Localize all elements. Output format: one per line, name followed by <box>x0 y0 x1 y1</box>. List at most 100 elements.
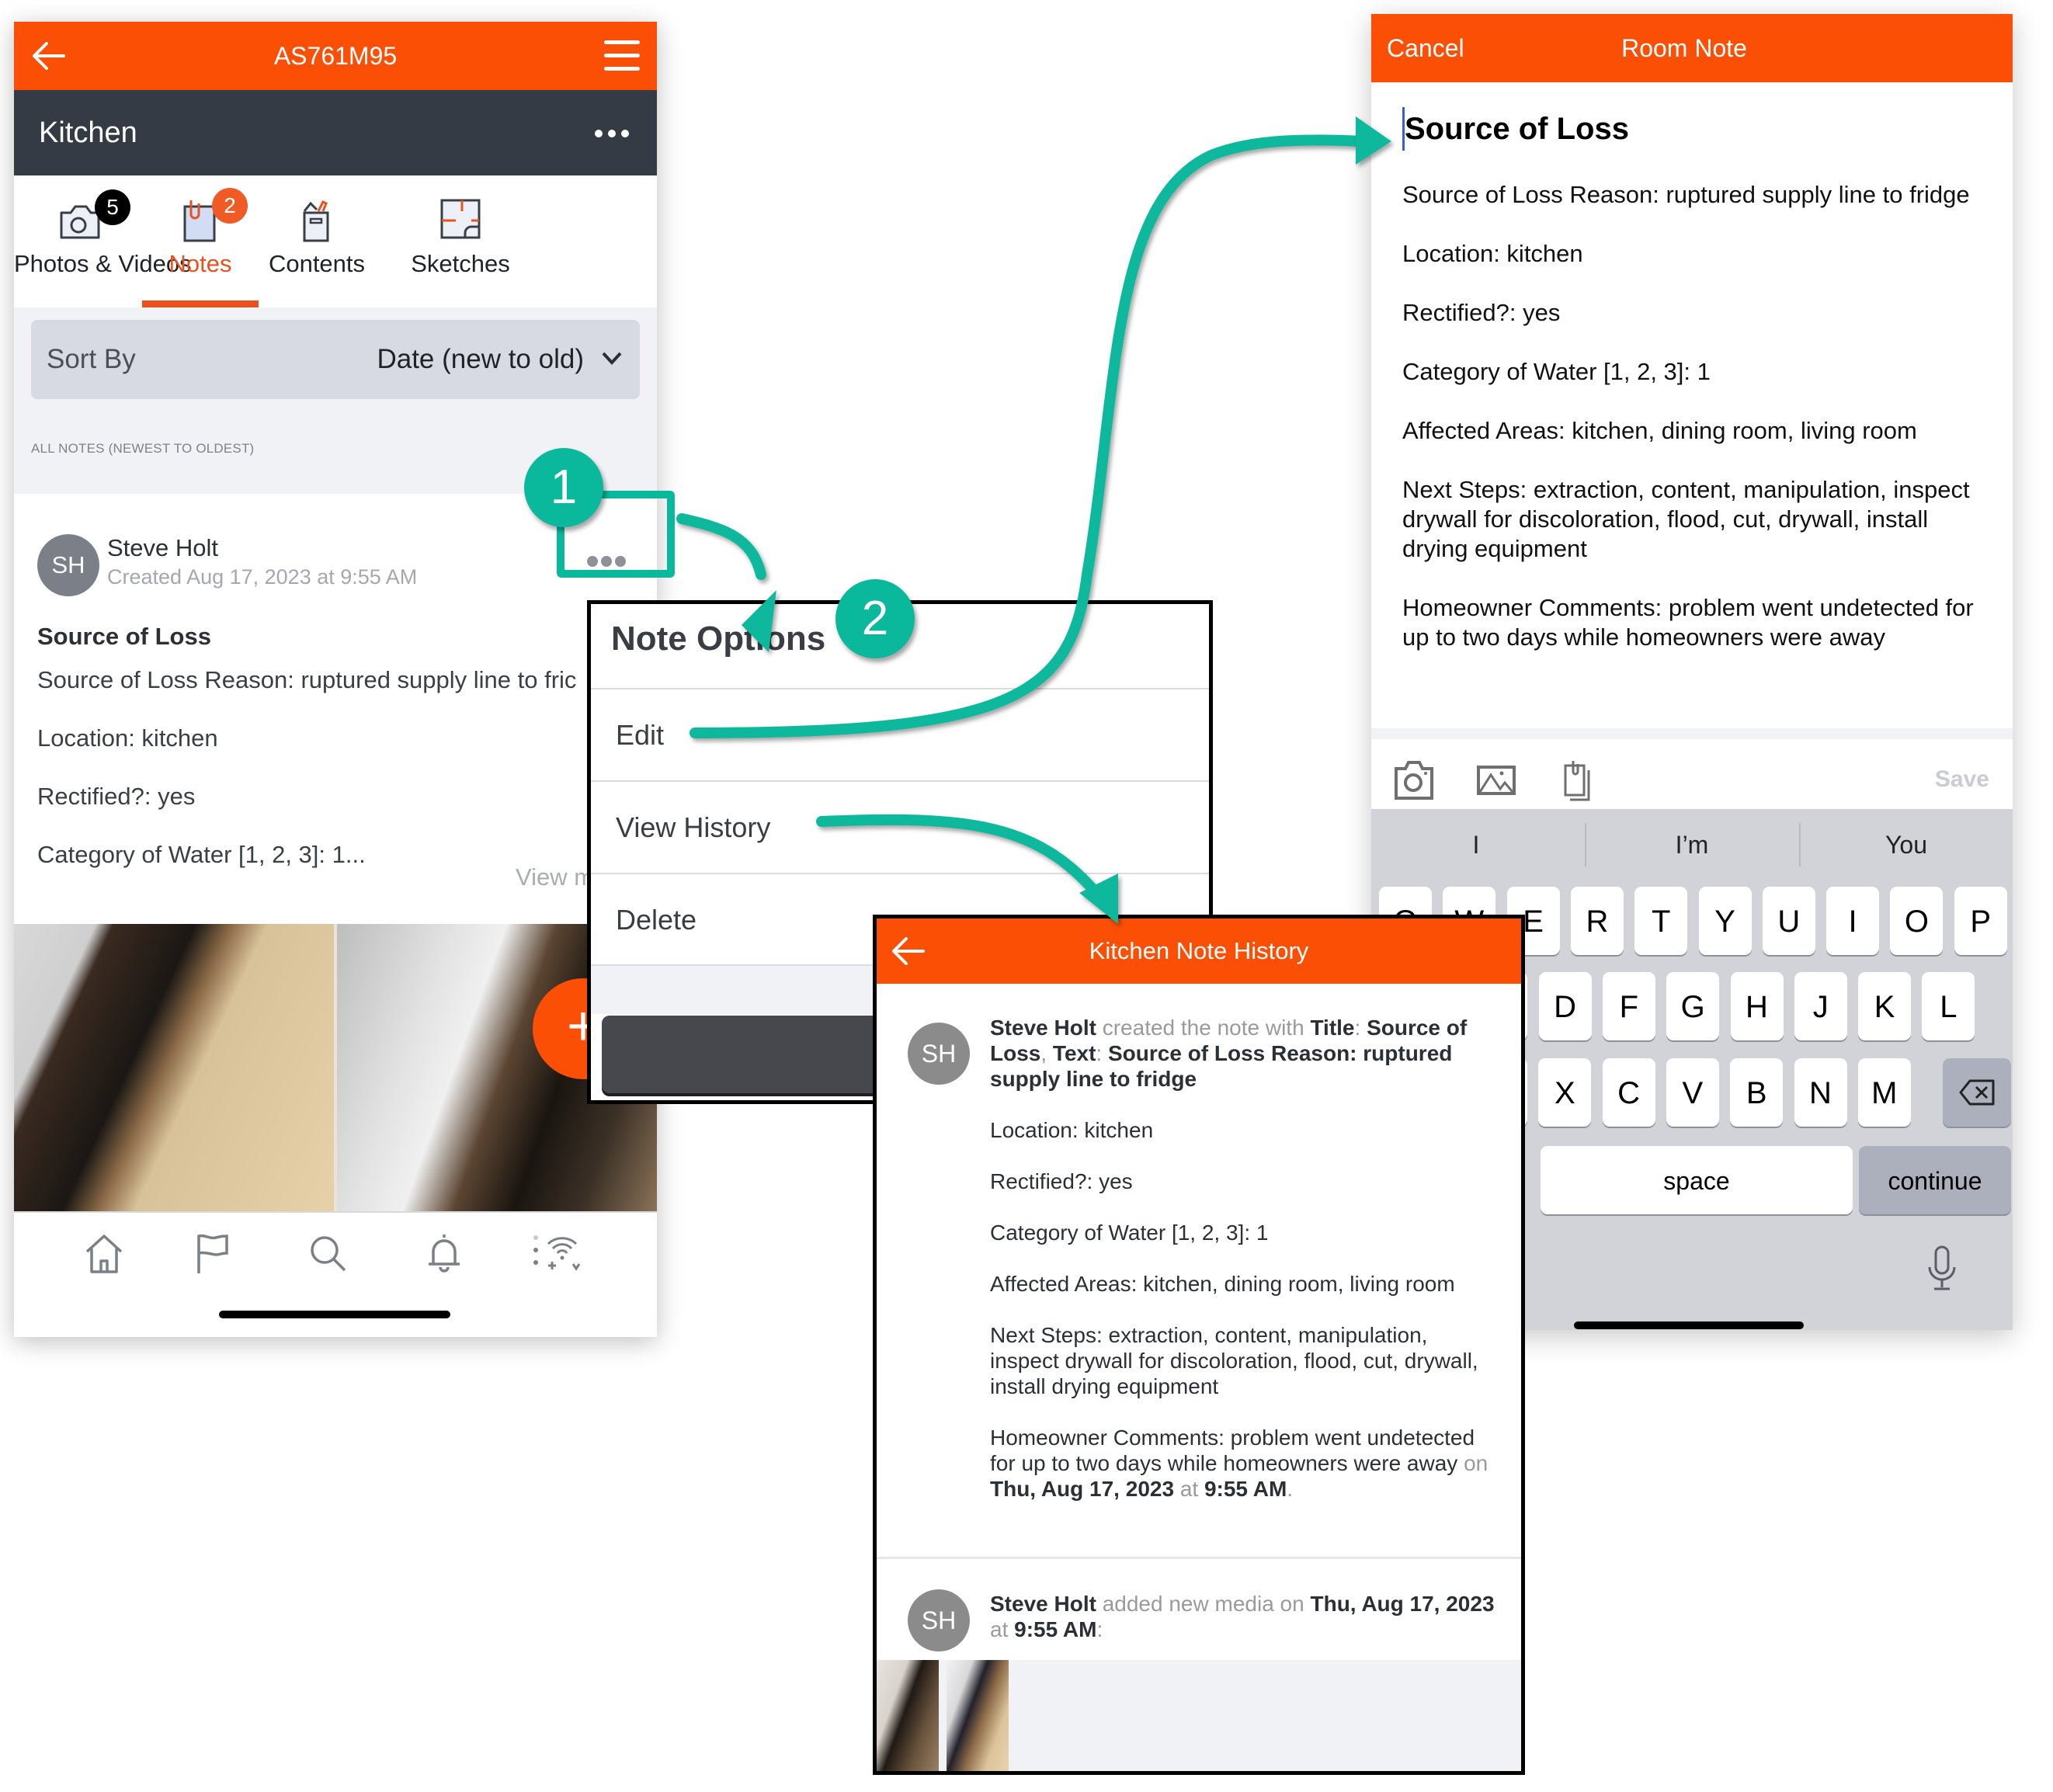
note-paragraph[interactable]: Affected Areas: kitchen, dining room, li… <box>1402 416 1977 446</box>
avatar: SH <box>37 534 99 596</box>
flag-icon[interactable] <box>188 1230 234 1276</box>
tab-sketches[interactable]: Sketches <box>373 175 548 307</box>
sort-label: Sort By <box>47 344 136 374</box>
connector-word: at <box>1179 1477 1199 1501</box>
note-options-button[interactable] <box>587 556 634 570</box>
photo-thumbnail[interactable] <box>14 924 334 1211</box>
attachment-icon[interactable] <box>1558 758 1600 801</box>
gallery-icon[interactable] <box>1475 758 1517 801</box>
room-note-title: Room Note <box>1621 34 1747 62</box>
suggestion-divider <box>1585 823 1586 866</box>
entry-time: 9:55 AM <box>1204 1477 1287 1501</box>
option-label: Edit <box>616 719 665 751</box>
entry-action: created the note with <box>1102 1016 1304 1040</box>
continue-key[interactable]: continue <box>1859 1146 2011 1214</box>
key-m[interactable]: M <box>1857 1058 1911 1127</box>
claim-id-title: AS761M95 <box>273 42 398 70</box>
key-b[interactable]: B <box>1730 1058 1784 1127</box>
history-entry-text: Steve Holt created the note with Title: … <box>990 1015 1498 1527</box>
entry-paragraph: Category of Water [1, 2, 3]: 1 <box>990 1221 1269 1245</box>
note-paragraph[interactable]: Source of Loss Reason: ruptured supply l… <box>1402 180 1977 210</box>
bell-icon[interactable] <box>421 1230 467 1276</box>
more-horizontal-icon[interactable] <box>595 127 635 138</box>
media-thumbnail[interactable] <box>947 1660 1009 1771</box>
sort-section: Sort By Date (new to old) ALL NOTES (NEW… <box>14 307 657 494</box>
space-key[interactable]: space <box>1541 1146 1853 1214</box>
note-created-date: Created Aug 17, 2023 at 9:55 AM <box>107 565 418 589</box>
home-indicator <box>219 1311 450 1318</box>
backspace-key[interactable] <box>1943 1058 2011 1127</box>
notes-list-screen: AS761M95 Kitchen 5 Photos & Videos 2 Not… <box>14 22 657 1337</box>
entry-field-label: Title <box>1310 1016 1355 1040</box>
view-history-option[interactable]: View History <box>591 780 1209 873</box>
connector-word: at <box>990 1617 1009 1641</box>
room-tabs: 5 Photos & Videos 2 Notes Contents Sketc… <box>14 175 657 307</box>
key-i[interactable]: I <box>1826 887 1880 955</box>
note-card[interactable]: SH Steve Holt Created Aug 17, 2023 at 9:… <box>14 494 657 929</box>
key-n[interactable]: N <box>1794 1058 1847 1127</box>
tab-photos-videos[interactable]: 5 Photos & Videos <box>14 175 192 307</box>
key-j[interactable]: J <box>1794 972 1847 1040</box>
entry-paragraph: Rectified?: yes <box>990 1169 1133 1193</box>
note-author: Steve Holt <box>107 534 219 561</box>
sync-status-icon[interactable] <box>531 1230 590 1276</box>
entry-divider <box>877 1557 1521 1559</box>
app-header: AS761M95 <box>14 22 657 90</box>
suggestion-divider <box>1799 823 1801 866</box>
home-indicator <box>1574 1321 1804 1329</box>
key-g[interactable]: G <box>1666 972 1720 1040</box>
key-v[interactable]: V <box>1666 1058 1719 1127</box>
media-thumbnail[interactable] <box>877 1660 939 1771</box>
note-paragraph[interactable]: Rectified?: yes <box>1402 298 1977 328</box>
view-more-link[interactable]: View m <box>516 863 594 891</box>
note-paragraph[interactable]: Category of Water [1, 2, 3]: 1 <box>1402 357 1977 387</box>
sort-dropdown[interactable]: Sort By Date (new to old) <box>31 320 640 399</box>
note-line: Rectified?: yes <box>37 783 196 810</box>
key-l[interactable]: L <box>1922 972 1975 1040</box>
key-r[interactable]: R <box>1570 887 1624 955</box>
connector-word: on <box>1464 1451 1489 1475</box>
home-icon[interactable] <box>81 1230 127 1276</box>
tab-contents[interactable]: Contents <box>255 175 379 307</box>
hamburger-icon[interactable] <box>604 40 640 71</box>
key-f[interactable]: F <box>1602 972 1655 1040</box>
edit-option[interactable]: Edit <box>591 688 1209 781</box>
history-title: Kitchen Note History <box>1089 937 1309 964</box>
key-c[interactable]: C <box>1602 1058 1655 1127</box>
history-header: Kitchen Note History <box>877 919 1521 984</box>
note-paragraph[interactable]: Next Steps: extraction, content, manipul… <box>1402 475 1977 564</box>
key-x[interactable]: X <box>1538 1058 1592 1127</box>
note-line: Category of Water [1, 2, 3]: 1... <box>37 841 366 868</box>
key-t[interactable]: T <box>1634 887 1688 955</box>
note-line: Source of Loss Reason: ruptured supply l… <box>37 666 577 693</box>
suggestion[interactable]: I’m <box>1587 809 1797 880</box>
suggestion[interactable]: You <box>1801 809 2011 880</box>
camera-icon[interactable] <box>1393 758 1435 801</box>
entry-date: Thu, Aug 17, 2023 <box>1310 1592 1495 1616</box>
entry-paragraph: Location: kitchen <box>990 1118 1154 1142</box>
key-y[interactable]: Y <box>1698 887 1752 955</box>
tab-label: Notes <box>168 250 232 277</box>
search-icon[interactable] <box>304 1230 351 1276</box>
tab-notes[interactable]: 2 Notes <box>142 175 259 307</box>
save-button[interactable]: Save <box>1935 739 1989 820</box>
note-title: Source of Loss <box>37 623 211 650</box>
note-title-input[interactable]: Source of Loss <box>1402 107 1977 151</box>
key-p[interactable]: P <box>1954 887 2007 955</box>
key-h[interactable]: H <box>1730 972 1784 1040</box>
note-paragraph[interactable]: Homeowner Comments: problem went undetec… <box>1402 593 1977 652</box>
key-o[interactable]: O <box>1890 887 1944 955</box>
note-paragraph[interactable]: Location: kitchen <box>1402 239 1977 269</box>
key-k[interactable]: K <box>1858 972 1912 1040</box>
avatar: SH <box>908 1589 970 1651</box>
microphone-icon[interactable] <box>1926 1245 1957 1292</box>
note-options-title: Note Options <box>611 620 826 658</box>
tab-label: Contents <box>268 250 366 277</box>
box-icon <box>303 200 329 242</box>
suggestion[interactable]: I <box>1371 809 1581 880</box>
note-line: Location: kitchen <box>37 724 218 752</box>
note-editor[interactable]: Source of Loss Source of Loss Reason: ru… <box>1402 107 1977 652</box>
key-u[interactable]: U <box>1762 887 1815 955</box>
sort-value: Date (new to old) <box>377 344 584 374</box>
key-d[interactable]: D <box>1538 972 1592 1040</box>
